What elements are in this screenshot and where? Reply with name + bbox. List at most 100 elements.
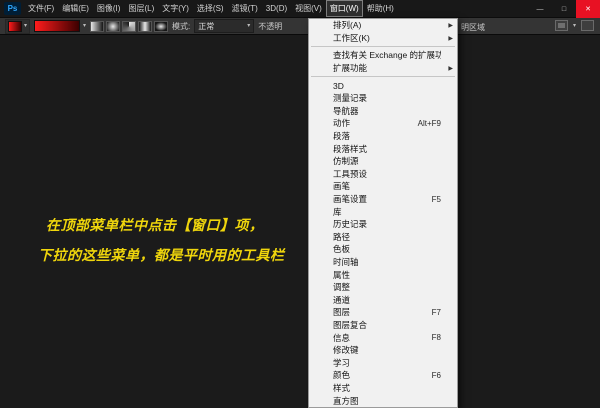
menu-item-shortcut: F8 — [431, 333, 441, 343]
gradient-picker[interactable]: ▾ — [34, 20, 86, 32]
window-menu-item[interactable]: 3D ▶ — [309, 79, 457, 92]
minimize-button[interactable]: — — [528, 0, 552, 18]
mode-select[interactable]: 正常 ▾ — [194, 19, 255, 33]
menu-item-label: 图层 — [333, 307, 351, 318]
window-menu-item[interactable]: 仿制源 ▶ — [309, 155, 457, 168]
window-menu-item[interactable]: 测量记录 ▶ — [309, 92, 457, 105]
window-menu-item[interactable]: 时间轴 ▶ — [309, 256, 457, 269]
menu-item-label: 修改键 — [333, 345, 359, 356]
menu-item-label: 查找有关 Exchange 的扩展功能... — [333, 50, 441, 61]
chevron-down-icon[interactable]: ▾ — [573, 23, 576, 29]
window-menu-item[interactable]: 段落样式 ▶ — [309, 142, 457, 155]
titlebar: Ps 文件(F) 编辑(E) 图像(I) 图层(L) 文字(Y) 选择(S) 滤… — [0, 0, 600, 18]
window-menu-item[interactable]: 调整 ▶ — [309, 281, 457, 294]
menubar-item[interactable]: 图层(L) — [124, 0, 158, 17]
chevron-down-icon: ▾ — [24, 23, 28, 29]
close-button[interactable]: ✕ — [576, 0, 600, 18]
menu-item-label: 工作区(K) — [333, 32, 370, 43]
brush-panel-icon[interactable] — [554, 20, 568, 31]
window-menu-item[interactable]: 属性 ▶ — [309, 268, 457, 281]
annotation-text: 在顶部菜单栏中点击【窗口】项， 下拉的这些菜单，都是平时用的工具栏 — [38, 210, 285, 270]
window-menu-item[interactable]: 直方图 ▶ — [309, 394, 457, 407]
tool-preset-picker[interactable]: ▾ — [5, 18, 31, 34]
reflected-gradient-icon[interactable] — [138, 20, 153, 32]
gradient-type-buttons — [90, 20, 169, 32]
annotation-line-2: 下拉的这些菜单，都是平时用的工具栏 — [38, 247, 285, 263]
diamond-gradient-icon[interactable] — [154, 20, 169, 32]
window-menu-item[interactable]: 信息 F8 ▶ — [309, 331, 457, 344]
window-menu-item[interactable]: 查找有关 Exchange 的扩展功能... ▶ — [309, 49, 457, 62]
menubar-item[interactable]: 文字(Y) — [158, 0, 193, 17]
window-menu-item[interactable]: 段落 ▶ — [309, 130, 457, 143]
menu-item-label: 直方图 — [333, 395, 359, 406]
window-menu-item[interactable]: 动作 Alt+F9 ▶ — [309, 117, 457, 130]
menu-item-label: 颜色 — [333, 370, 351, 381]
menu-item-label: 导航器 — [333, 105, 359, 116]
window-menu-item[interactable]: 色板 ▶ — [309, 243, 457, 256]
canvas-area[interactable]: 在顶部菜单栏中点击【窗口】项， 下拉的这些菜单，都是平时用的工具栏 — [0, 35, 600, 400]
window-menu-item[interactable]: 扩展功能 ▶ — [309, 62, 457, 75]
menubar-item[interactable]: 选择(S) — [193, 0, 228, 17]
annotation-line-1: 在顶部菜单栏中点击【窗口】项， — [46, 217, 264, 233]
menubar-item[interactable]: 文件(F) — [24, 0, 58, 17]
menu-item-label: 段落 — [333, 131, 351, 142]
menubar-item[interactable]: 视图(V) — [291, 0, 326, 17]
menubar-item[interactable]: 帮助(H) — [363, 0, 398, 17]
window-menu-item[interactable]: 样式 ▶ — [309, 382, 457, 395]
menu-item-label: 色板 — [333, 244, 351, 255]
menu-item-label: 时间轴 — [333, 256, 359, 267]
menu-item-label: 排列(A) — [333, 20, 362, 31]
menu-item-label: 仿制源 — [333, 156, 359, 167]
menu-item-shortcut: F6 — [431, 370, 441, 380]
maximize-button[interactable]: □ — [552, 0, 576, 18]
window-menu-item[interactable]: 修改键 ▶ — [309, 344, 457, 357]
menu-item-label: 库 — [333, 206, 342, 217]
window-menu-item[interactable]: 学习 ▶ — [309, 356, 457, 369]
menu-item-shortcut: Alt+F9 — [417, 118, 441, 128]
workspace-panel-icon[interactable] — [581, 20, 594, 31]
menu-item-label: 历史记录 — [333, 219, 368, 230]
menu-item-label: 信息 — [333, 332, 351, 343]
submenu-arrow-icon: ▶ — [448, 23, 453, 29]
window-menu-item[interactable]: 工具预设 ▶ — [309, 168, 457, 181]
window-menu-item[interactable]: 路径 ▶ — [309, 231, 457, 244]
mode-label: 模式: — [172, 21, 191, 31]
menubar-item-label: 选择(S) — [196, 4, 224, 13]
window-menu-item[interactable]: 导航器 ▶ — [309, 105, 457, 118]
menubar-item-label: 编辑(E) — [62, 4, 89, 13]
menubar-item-label: 视图(V) — [295, 4, 322, 13]
menubar-item[interactable]: 滤镜(T) — [228, 0, 262, 17]
linear-gradient-icon[interactable] — [90, 20, 105, 32]
menubar-item[interactable]: 3D(D) — [262, 0, 291, 17]
photoshop-logo-icon: Ps — [4, 2, 21, 15]
window-menu-dropdown: 排列(A) ▶ 工作区(K) ▶ ▶ 查找有关 Exchange 的扩展功能..… — [308, 18, 458, 408]
menu-item-label: 画笔设置 — [333, 194, 368, 205]
menu-item-label: 段落样式 — [333, 143, 368, 154]
menubar-item[interactable]: 编辑(E) — [58, 0, 93, 17]
window-menu-item[interactable]: 图层复合 ▶ — [309, 319, 457, 332]
submenu-arrow-icon: ▶ — [448, 65, 453, 72]
menu-item-label: 扩展功能 — [333, 63, 368, 74]
menu-item-label: 学习 — [333, 357, 351, 368]
menu-item-label: 属性 — [333, 269, 351, 280]
window-menu-item[interactable]: 排列(A) ▶ — [309, 19, 457, 32]
menu-item-label: 画笔 — [333, 181, 351, 192]
menu-item-shortcut: F5 — [431, 194, 441, 204]
menubar-item-label: 文件(F) — [28, 4, 55, 13]
window-menu-item[interactable]: 画笔 ▶ — [309, 180, 457, 193]
window-menu-item[interactable]: 通道 ▶ — [309, 293, 457, 306]
gradient-swatch — [34, 20, 81, 32]
window-menu-item[interactable]: 图层 F7 ▶ — [309, 306, 457, 319]
window-menu-item[interactable]: 库 ▶ — [309, 205, 457, 218]
menubar-item[interactable]: 窗口(W) — [325, 0, 363, 17]
window-menu-item[interactable]: 工作区(K) ▶ — [309, 32, 457, 45]
mode-value: 正常 — [198, 21, 215, 31]
window-menu-item[interactable]: 历史记录 ▶ — [309, 218, 457, 231]
menu-item-shortcut: F7 — [431, 307, 441, 317]
window-menu-item[interactable]: 颜色 F6 ▶ — [309, 369, 457, 382]
window-menu-item[interactable]: 画笔设置 F5 ▶ — [309, 193, 457, 206]
radial-gradient-icon[interactable] — [106, 20, 121, 32]
menubar-item-label: 帮助(H) — [366, 4, 394, 13]
angle-gradient-icon[interactable] — [122, 20, 137, 32]
menubar-item[interactable]: 图像(I) — [93, 0, 125, 17]
